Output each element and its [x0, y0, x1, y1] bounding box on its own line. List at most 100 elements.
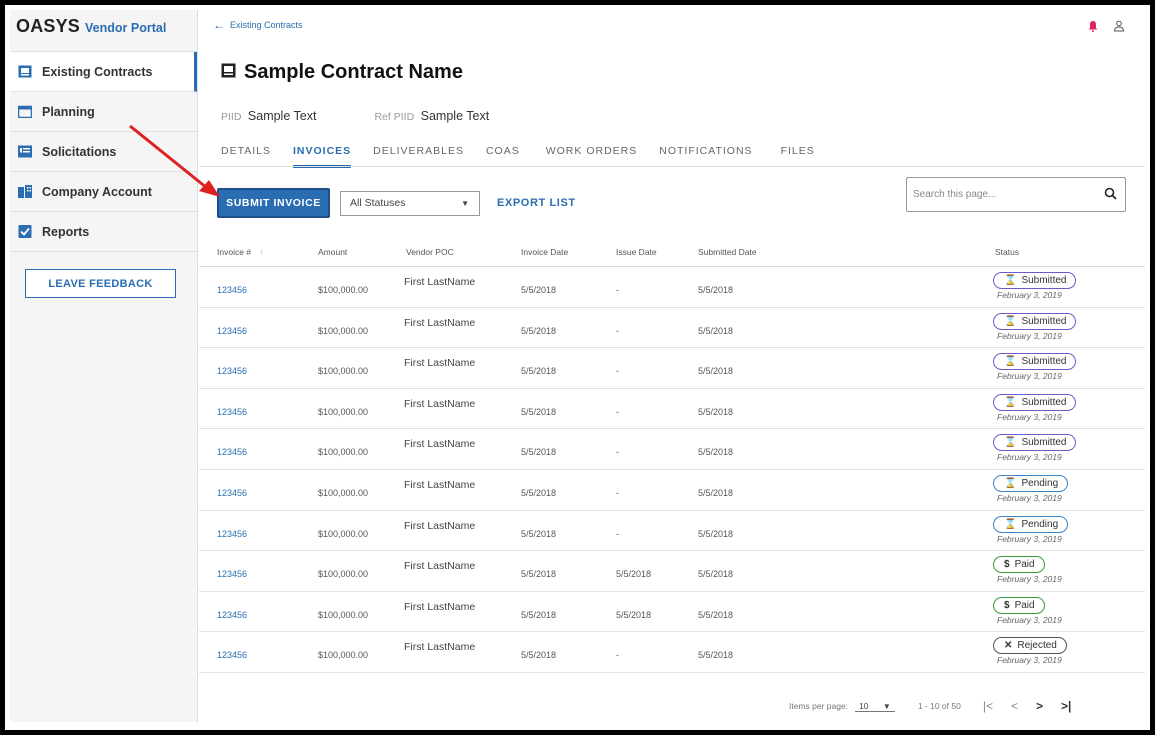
status-pill: $ Paid	[993, 596, 1045, 614]
status-badge: ✕ Rejected February 3, 2019	[993, 637, 1067, 665]
invoice-number-link[interactable]: 123456	[217, 569, 247, 579]
tab-invoices[interactable]: INVOICES	[292, 145, 352, 168]
vendor-poc-cell: First LastName	[404, 641, 476, 654]
column-header-vendor-poc[interactable]: Vendor POC	[406, 247, 454, 257]
invoice-number-link[interactable]: 123456	[217, 529, 247, 539]
table-row[interactable]: 123456 $100,000.00 First LastName 5/5/2018 5…	[199, 592, 1145, 633]
column-header-issue-date[interactable]: Issue Date	[616, 247, 657, 257]
invoice-date-cell: 5/5/2018	[521, 447, 557, 458]
contract-icon	[18, 65, 32, 78]
table-row[interactable]: 123456 $100,000.00 First LastName 5/5/2018 -…	[199, 632, 1145, 673]
table-row[interactable]: 123456 $100,000.00 First LastName 5/5/2018 -…	[199, 470, 1145, 511]
tab-notifications[interactable]: NOTIFICATIONS	[659, 145, 752, 168]
sidebar-item-planning[interactable]: Planning	[10, 92, 197, 132]
sidebar-item-label: Existing Contracts	[42, 64, 153, 79]
invoice-number-link[interactable]: 123456	[217, 285, 247, 295]
tab-details[interactable]: DETAILS	[221, 145, 271, 168]
top-icons	[1087, 19, 1125, 37]
sidebar-item-existing-contracts[interactable]: Existing Contracts	[10, 52, 197, 92]
status-filter-value: All Statuses	[350, 197, 406, 209]
status-label: Paid	[1014, 599, 1035, 611]
amount-cell: $100,000.00	[318, 609, 369, 620]
search-input[interactable]: Search this page...	[906, 177, 1126, 212]
status-pill: $ Paid	[993, 556, 1045, 574]
table-row[interactable]: 123456 $100,000.00 First LastName 5/5/2018 5…	[199, 551, 1145, 592]
breadcrumb[interactable]: ← Existing Contracts	[213, 18, 303, 32]
invoice-number-link[interactable]: 123456	[217, 650, 247, 660]
vendor-poc-cell: First LastName	[404, 560, 476, 573]
ref-piid-value: Sample Text	[420, 109, 490, 123]
status-badge: ⌛ Submitted February 3, 2019	[993, 393, 1077, 422]
status-label: Paid	[1014, 559, 1035, 571]
status-label: Pending	[1021, 477, 1059, 489]
table-body: 123456 $100,000.00 First LastName 5/5/2018 -…	[199, 267, 1145, 673]
column-header-invoice[interactable]: Invoice # ↑	[217, 247, 264, 257]
brand-name: OASYS	[16, 16, 81, 36]
column-header-status[interactable]: Status	[995, 247, 1019, 257]
invoice-number-link[interactable]: 123456	[217, 447, 247, 457]
last-page-icon[interactable]: >|	[1061, 699, 1071, 713]
status-pill: ⌛ Submitted	[993, 393, 1077, 411]
table-row[interactable]: 123456 $100,000.00 First LastName 5/5/2018 -…	[199, 267, 1145, 308]
submit-invoice-button[interactable]: SUBMIT INVOICE	[217, 188, 330, 218]
column-header-submitted-date[interactable]: Submitted Date	[698, 247, 757, 257]
user-icon[interactable]	[1113, 19, 1125, 37]
piid-info: PIID Sample Text Ref PIID Sample Text	[221, 109, 489, 123]
status-label: Submitted	[1021, 396, 1067, 408]
status-pill: ✕ Rejected	[993, 637, 1067, 655]
search-icon[interactable]	[1104, 187, 1117, 203]
sidebar-item-reports[interactable]: Reports	[10, 212, 197, 252]
solicitations-icon	[18, 145, 32, 158]
items-per-page-select[interactable]: 10 ▼	[855, 701, 895, 712]
prev-page-icon[interactable]: <	[1011, 699, 1018, 713]
invoice-number-link[interactable]: 123456	[217, 326, 247, 336]
table-row[interactable]: 123456 $100,000.00 First LastName 5/5/2018 -…	[199, 429, 1145, 470]
export-list-link[interactable]: EXPORT LIST	[497, 197, 576, 209]
column-header-invoice-date[interactable]: Invoice Date	[521, 247, 568, 257]
tab-files[interactable]: FILES	[781, 145, 815, 168]
sidebar-item-label: Reports	[42, 224, 90, 239]
amount-cell: $100,000.00	[318, 447, 369, 458]
first-page-icon[interactable]: |<	[983, 699, 993, 713]
table-row[interactable]: 123456 $100,000.00 First LastName 5/5/2018 -…	[199, 511, 1145, 552]
invoice-date-cell: 5/5/2018	[521, 650, 557, 661]
table-row[interactable]: 123456 $100,000.00 First LastName 5/5/2018 -…	[199, 348, 1145, 389]
chevron-down-icon: ▼	[882, 701, 891, 711]
vendor-poc-cell: First LastName	[404, 600, 476, 613]
amount-cell: $100,000.00	[318, 285, 369, 295]
status-date: February 3, 2019	[997, 614, 1062, 625]
invoice-number-link[interactable]: 123456	[217, 366, 247, 376]
items-per-page-value: 10	[859, 700, 869, 711]
invoice-table: Invoice # ↑ Amount Vendor POC Invoice Da…	[199, 236, 1145, 673]
tab-work-orders[interactable]: WORK ORDERS	[546, 145, 638, 168]
leave-feedback-button[interactable]: LEAVE FEEDBACK	[25, 269, 176, 298]
sidebar-item-company-account[interactable]: Company Account	[10, 172, 197, 212]
submitted-date-cell: 5/5/2018	[698, 447, 734, 458]
invoice-number-link[interactable]: 123456	[217, 488, 247, 498]
invoice-date-cell: 5/5/2018	[521, 569, 557, 580]
invoice-number-link[interactable]: 123456	[217, 610, 247, 620]
table-row[interactable]: 123456 $100,000.00 First LastName 5/5/2018 -…	[199, 308, 1145, 349]
next-page-icon[interactable]: >	[1036, 699, 1043, 713]
column-header-amount[interactable]: Amount	[318, 247, 347, 257]
tab-coas[interactable]: COAS	[486, 145, 520, 168]
table-row[interactable]: 123456 $100,000.00 First LastName 5/5/2018 -…	[199, 389, 1145, 430]
amount-cell: $100,000.00	[318, 650, 369, 661]
status-filter-select[interactable]: All Statuses ▼	[340, 190, 480, 216]
sidebar-item-solicitations[interactable]: Solicitations	[10, 132, 197, 172]
invoice-number-link[interactable]: 123456	[217, 407, 247, 417]
issue-date-cell: -	[616, 366, 619, 377]
tab-deliverables[interactable]: DELIVERABLES	[373, 145, 464, 168]
status-pill: ⌛ Pending	[993, 474, 1069, 492]
status-icon: ⌛	[1004, 356, 1017, 368]
amount-cell: $100,000.00	[318, 487, 369, 498]
breadcrumb-label: Existing Contracts	[230, 20, 303, 30]
issue-date-cell: -	[616, 528, 619, 539]
bell-icon[interactable]	[1087, 19, 1099, 37]
amount-cell: $100,000.00	[318, 528, 369, 539]
status-icon: ⌛	[1004, 396, 1017, 408]
vendor-poc-cell: First LastName	[404, 357, 476, 370]
brand-logo[interactable]: OASYS Vendor Portal	[10, 10, 197, 52]
invoice-date-cell: 5/5/2018	[521, 285, 557, 295]
issue-date-cell: -	[616, 285, 619, 295]
